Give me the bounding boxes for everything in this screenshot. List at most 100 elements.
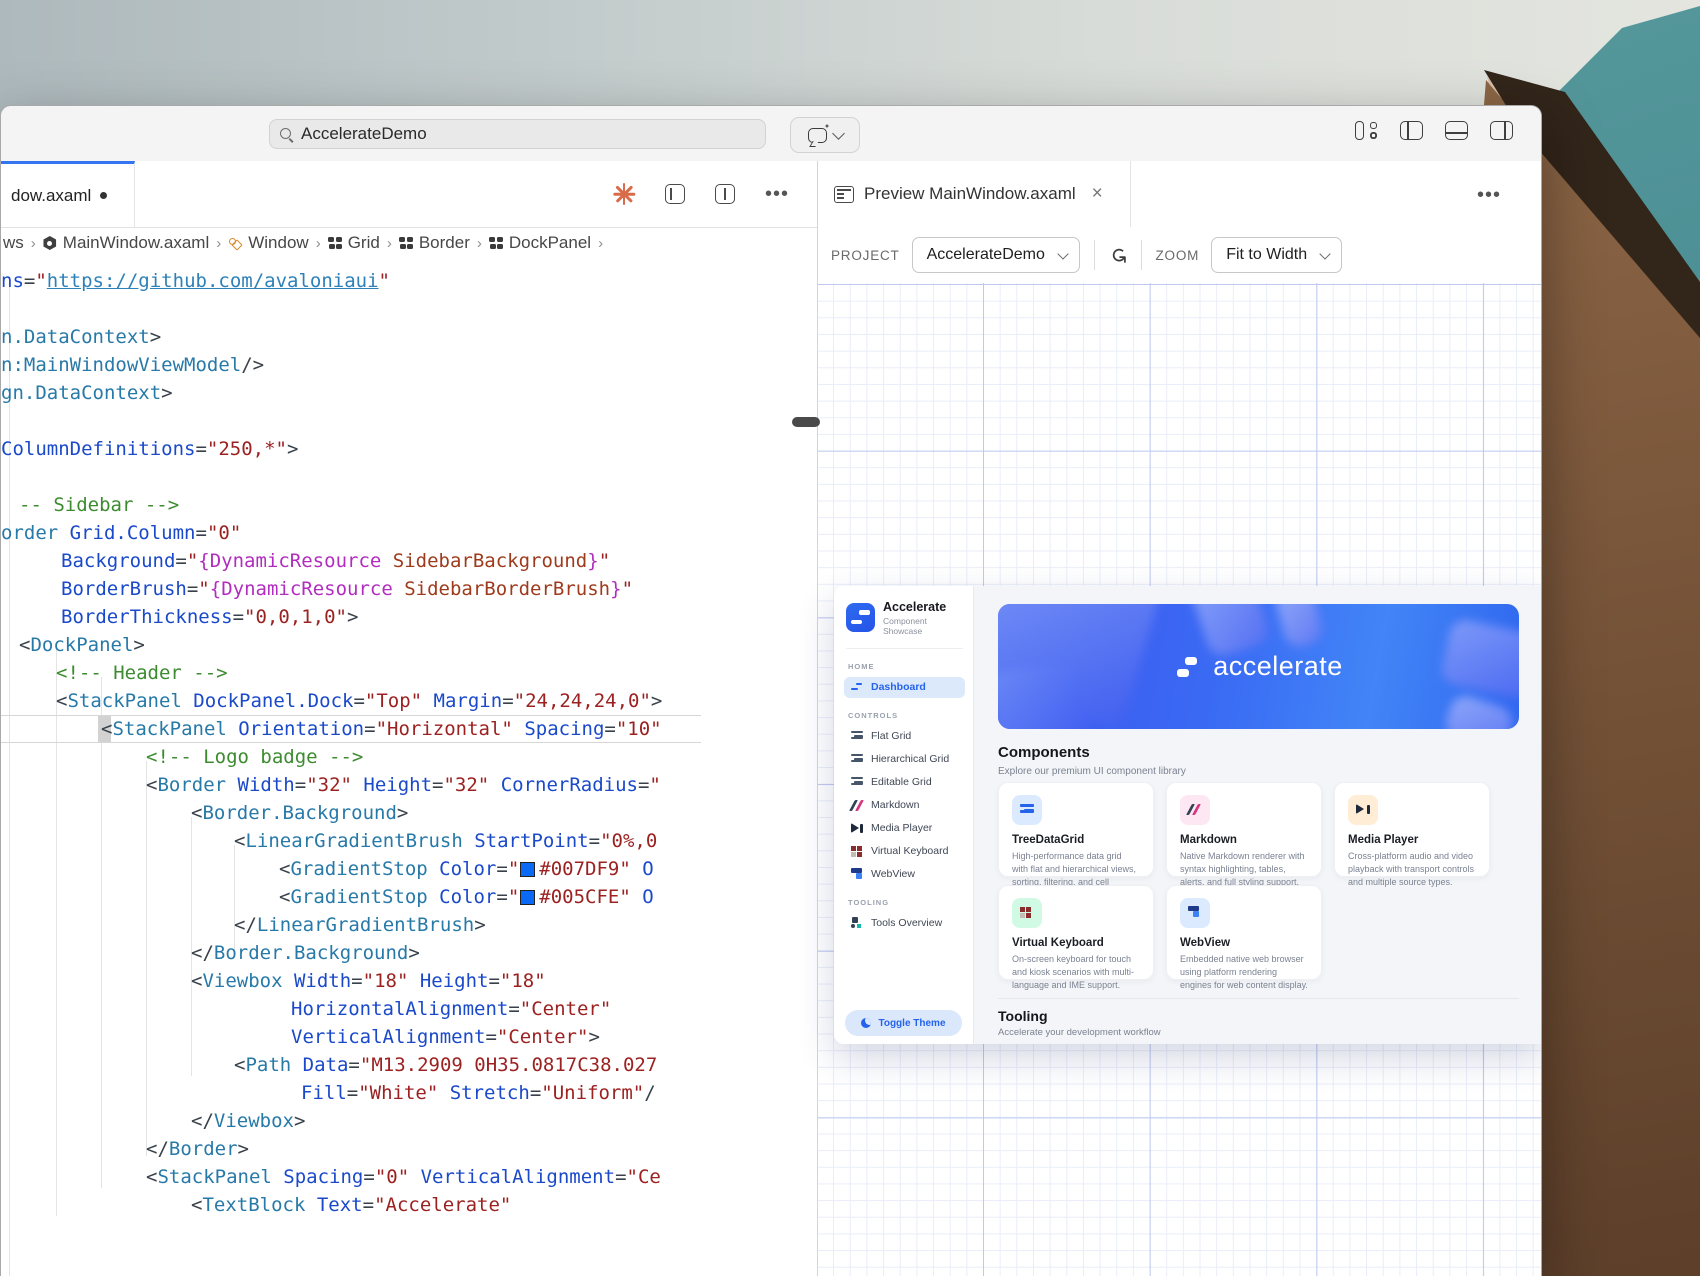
toggle-theme-button[interactable]: Toggle Theme: [845, 1010, 962, 1036]
refresh-icon[interactable]: ↻: [1105, 246, 1130, 264]
hero-brand: accelerate: [998, 604, 1519, 729]
editable-grid-icon: [851, 776, 863, 788]
breadcrumb-label: Window: [248, 233, 308, 253]
breadcrumb-separator: ›: [598, 235, 603, 252]
breadcrumb-item[interactable]: Border: [399, 233, 470, 253]
code-line: [1, 463, 701, 491]
breadcrumb-label: Border: [419, 233, 470, 253]
panel-icon: [399, 236, 413, 250]
ai-chat-button[interactable]: [790, 117, 860, 153]
code-editor[interactable]: ns="https://github.com/avaloniaui"n.Data…: [1, 259, 701, 1276]
hero-banner: accelerate: [998, 604, 1519, 729]
card-title: WebView: [1180, 937, 1308, 949]
component-card-treedatagrid[interactable]: TreeDataGridHigh-performance data grid w…: [998, 782, 1154, 877]
preview-more-icon[interactable]: •••: [1477, 185, 1501, 205]
avalonia-preview-icon[interactable]: [613, 183, 635, 205]
sidebar-item-webview[interactable]: WebView: [844, 864, 965, 885]
divider: [1094, 240, 1095, 270]
component-card-markdown[interactable]: MarkdownNative Markdown renderer with sy…: [1166, 782, 1322, 877]
card-description: Native Markdown renderer with syntax hig…: [1180, 850, 1308, 889]
project-select[interactable]: AccelerateDemo: [912, 237, 1080, 273]
tab-mainwindow-axaml[interactable]: dow.axaml: [1, 161, 135, 227]
sidebar-item-markdown[interactable]: Markdown: [844, 795, 965, 816]
divider: [1141, 240, 1142, 270]
breadcrumb[interactable]: ws›MainWindow.axaml›Window›Grid›Border›D…: [1, 227, 817, 259]
card-title: Media Player: [1348, 834, 1476, 846]
sidebar-item-dashboard[interactable]: Dashboard: [844, 677, 965, 698]
search-input[interactable]: AccelerateDemo: [269, 119, 766, 149]
sidebar-section-label: CONTROLS: [848, 711, 963, 720]
tab-preview-mainwindow[interactable]: Preview MainWindow.axaml ×: [818, 161, 1131, 227]
sidebar-item-label: Editable Grid: [871, 776, 932, 788]
sidebar-item-virtual-keyboard[interactable]: Virtual Keyboard: [844, 841, 965, 862]
code-line: <Border.Background>: [1, 799, 701, 827]
window-icon: [228, 236, 242, 250]
sidebar-item-tools-overview[interactable]: Tools Overview: [844, 913, 965, 934]
preview-tab-icon: [834, 186, 854, 203]
chevron-down-icon: [1319, 248, 1330, 259]
webview-icon: [1180, 898, 1210, 928]
sidebar-item-flat-grid[interactable]: Flat Grid: [844, 726, 965, 747]
sidebar-item-label: Dashboard: [871, 681, 926, 693]
splitter-handle[interactable]: [792, 417, 820, 427]
hero-wordmark: accelerate: [1213, 651, 1343, 682]
layout-grid-button[interactable]: [1355, 121, 1378, 140]
left-panel-button[interactable]: [1400, 121, 1423, 140]
sidebar-item-media-player[interactable]: Media Player: [844, 818, 965, 839]
code-line: <Border Width="32" Height="32" CornerRad…: [1, 771, 701, 799]
app-main: accelerate Components Explore our premiu…: [974, 586, 1542, 1044]
editor-more-icon[interactable]: •••: [765, 184, 789, 204]
breadcrumb-item[interactable]: Window: [228, 233, 308, 253]
code-line: <StackPanel Orientation="Horizontal" Spa…: [1, 715, 701, 743]
app-title: Accelerate: [883, 600, 963, 616]
code-line: BorderThickness="0,0,1,0">: [1, 603, 701, 631]
code-line: <GradientStop Color="#007DF9" O: [1, 855, 701, 883]
right-panel-button[interactable]: [1490, 121, 1513, 140]
close-icon[interactable]: ×: [1092, 183, 1103, 205]
code-line: <TextBlock Text="Accelerate": [1, 1191, 701, 1219]
code-line: </Viewbox>: [1, 1107, 701, 1135]
window-layout-buttons: [1355, 121, 1513, 140]
sidebar-item-editable-grid[interactable]: Editable Grid: [844, 772, 965, 793]
code-line: VerticalAlignment="Center">: [1, 1023, 701, 1051]
split-editor-icon[interactable]: [665, 184, 685, 204]
webview-icon: [851, 868, 863, 880]
breadcrumb-item[interactable]: Grid: [328, 233, 380, 253]
code-line: [1, 407, 701, 435]
accelerate-logo-icon: [846, 603, 875, 632]
breadcrumb-item[interactable]: ws: [3, 233, 24, 253]
breadcrumb-item[interactable]: MainWindow.axaml: [43, 233, 209, 253]
sidebar-item-label: WebView: [871, 868, 915, 880]
app-preview-window: Accelerate Component Showcase HOMEDashbo…: [834, 586, 1542, 1044]
project-label: PROJECT: [831, 248, 900, 263]
code-line: <Path Data="M13.2909 0H35.0817C38.027: [1, 1051, 701, 1079]
component-card-virtual-keyboard[interactable]: Virtual KeyboardOn-screen keyboard for t…: [998, 885, 1154, 980]
accelerate-glyph-icon: [1174, 654, 1200, 680]
code-line: <StackPanel Spacing="0" VerticalAlignmen…: [1, 1163, 701, 1191]
card-glyph-icon: [1020, 906, 1034, 920]
component-icon: [43, 236, 57, 250]
card-glyph-icon: [1188, 906, 1202, 920]
card-description: Embedded native web browser using platfo…: [1180, 953, 1308, 992]
bottom-panel-button[interactable]: [1445, 121, 1468, 140]
breadcrumb-label: Grid: [348, 233, 380, 253]
breadcrumb-separator: ›: [477, 235, 482, 252]
preview-tab-label: Preview MainWindow.axaml: [864, 184, 1076, 204]
code-line: <!-- Logo badge -->: [1, 743, 701, 771]
breadcrumb-item[interactable]: DockPanel: [489, 233, 591, 253]
search-value: AccelerateDemo: [301, 124, 427, 144]
zoom-select[interactable]: Fit to Width: [1211, 237, 1342, 273]
flat-grid-icon: [851, 730, 863, 742]
code-line: BorderBrush="{DynamicResource SidebarBor…: [1, 575, 701, 603]
tools-overview-icon: [851, 917, 863, 929]
sidebar-item-hierarchical-grid[interactable]: Hierarchical Grid: [844, 749, 965, 770]
preview-toolbar: PROJECT AccelerateDemo ↻ ZOOM Fit to Wid…: [818, 227, 1541, 284]
project-value: AccelerateDemo: [927, 246, 1045, 264]
breadcrumb-separator: ›: [216, 235, 221, 252]
component-card-media-player[interactable]: Media PlayerCross-platform audio and vid…: [1334, 782, 1490, 877]
preview-canvas[interactable]: Accelerate Component Showcase HOMEDashbo…: [818, 283, 1541, 1276]
component-card-webview[interactable]: WebViewEmbedded native web browser using…: [1166, 885, 1322, 980]
split-view-icon[interactable]: [715, 184, 735, 204]
tab-label: dow.axaml: [11, 186, 91, 206]
toggle-theme-label: Toggle Theme: [878, 1018, 945, 1029]
